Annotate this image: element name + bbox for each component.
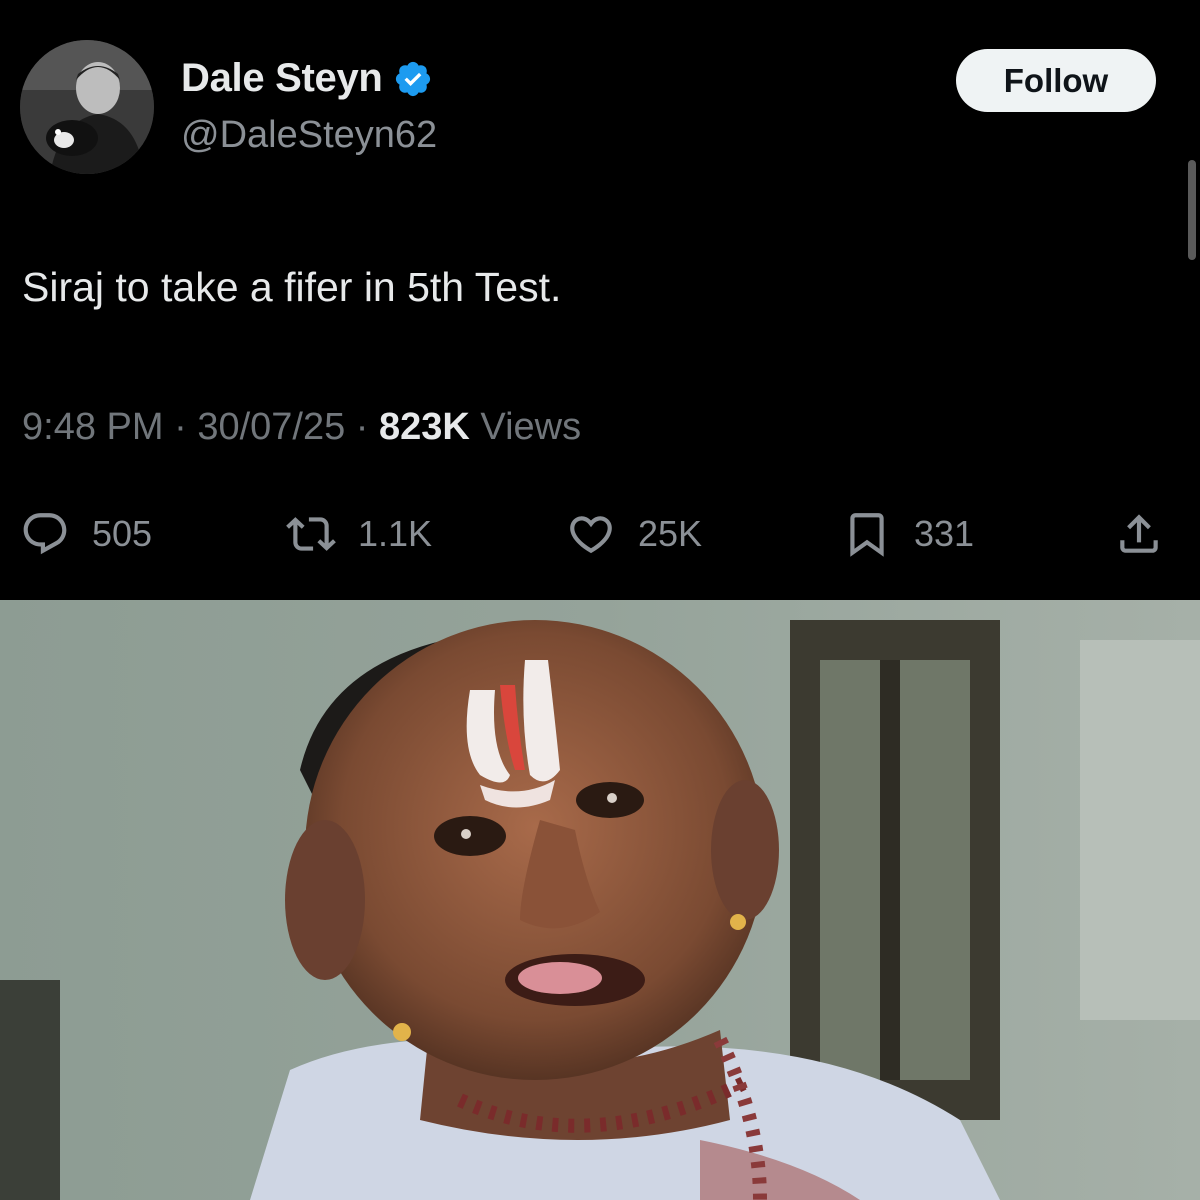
like-icon [570,516,612,554]
reply-icon [23,513,67,555]
retweet-count: 1.1K [358,513,433,554]
user-handle[interactable]: @DaleSteyn62 [181,114,437,157]
reply-count: 505 [92,513,153,554]
tweet-card: Dale Steyn @DaleSteyn62 Follow Siraj to … [0,0,1200,600]
tweet-text: Siraj to take a fifer in 5th Test. [22,264,562,310]
follow-button[interactable]: Follow [956,49,1156,112]
retweet-icon [286,517,336,551]
author-row: Dale Steyn [181,56,433,101]
avatar-photo [20,40,154,174]
bookmark-count: 331 [914,513,975,554]
bookmark-icon [850,513,884,557]
avatar[interactable] [20,40,154,174]
bookmark-button[interactable]: 331 [842,506,974,562]
like-count: 25K [638,513,703,554]
meme-image [0,600,1200,1200]
reply-button[interactable]: 505 [20,506,152,562]
retweet-button[interactable]: 1.1K [286,506,432,562]
views-count: 823K [379,406,470,448]
tweet-time[interactable]: 9:48 PM [22,406,164,448]
tweet-meta: 9:48 PM · 30/07/25 · 823K Views [22,406,581,449]
share-button[interactable] [1114,506,1164,562]
scrollbar-thumb[interactable] [1188,160,1196,260]
meta-separator: · [174,406,187,448]
share-icon [1120,514,1158,553]
verified-badge-icon [395,61,430,96]
reaction-photo [0,600,1200,1200]
views-label: Views [480,406,582,448]
display-name[interactable]: Dale Steyn [181,56,383,101]
tweet-date[interactable]: 30/07/25 [197,406,345,448]
like-button[interactable]: 25K [566,506,702,562]
meta-separator: · [355,406,369,448]
